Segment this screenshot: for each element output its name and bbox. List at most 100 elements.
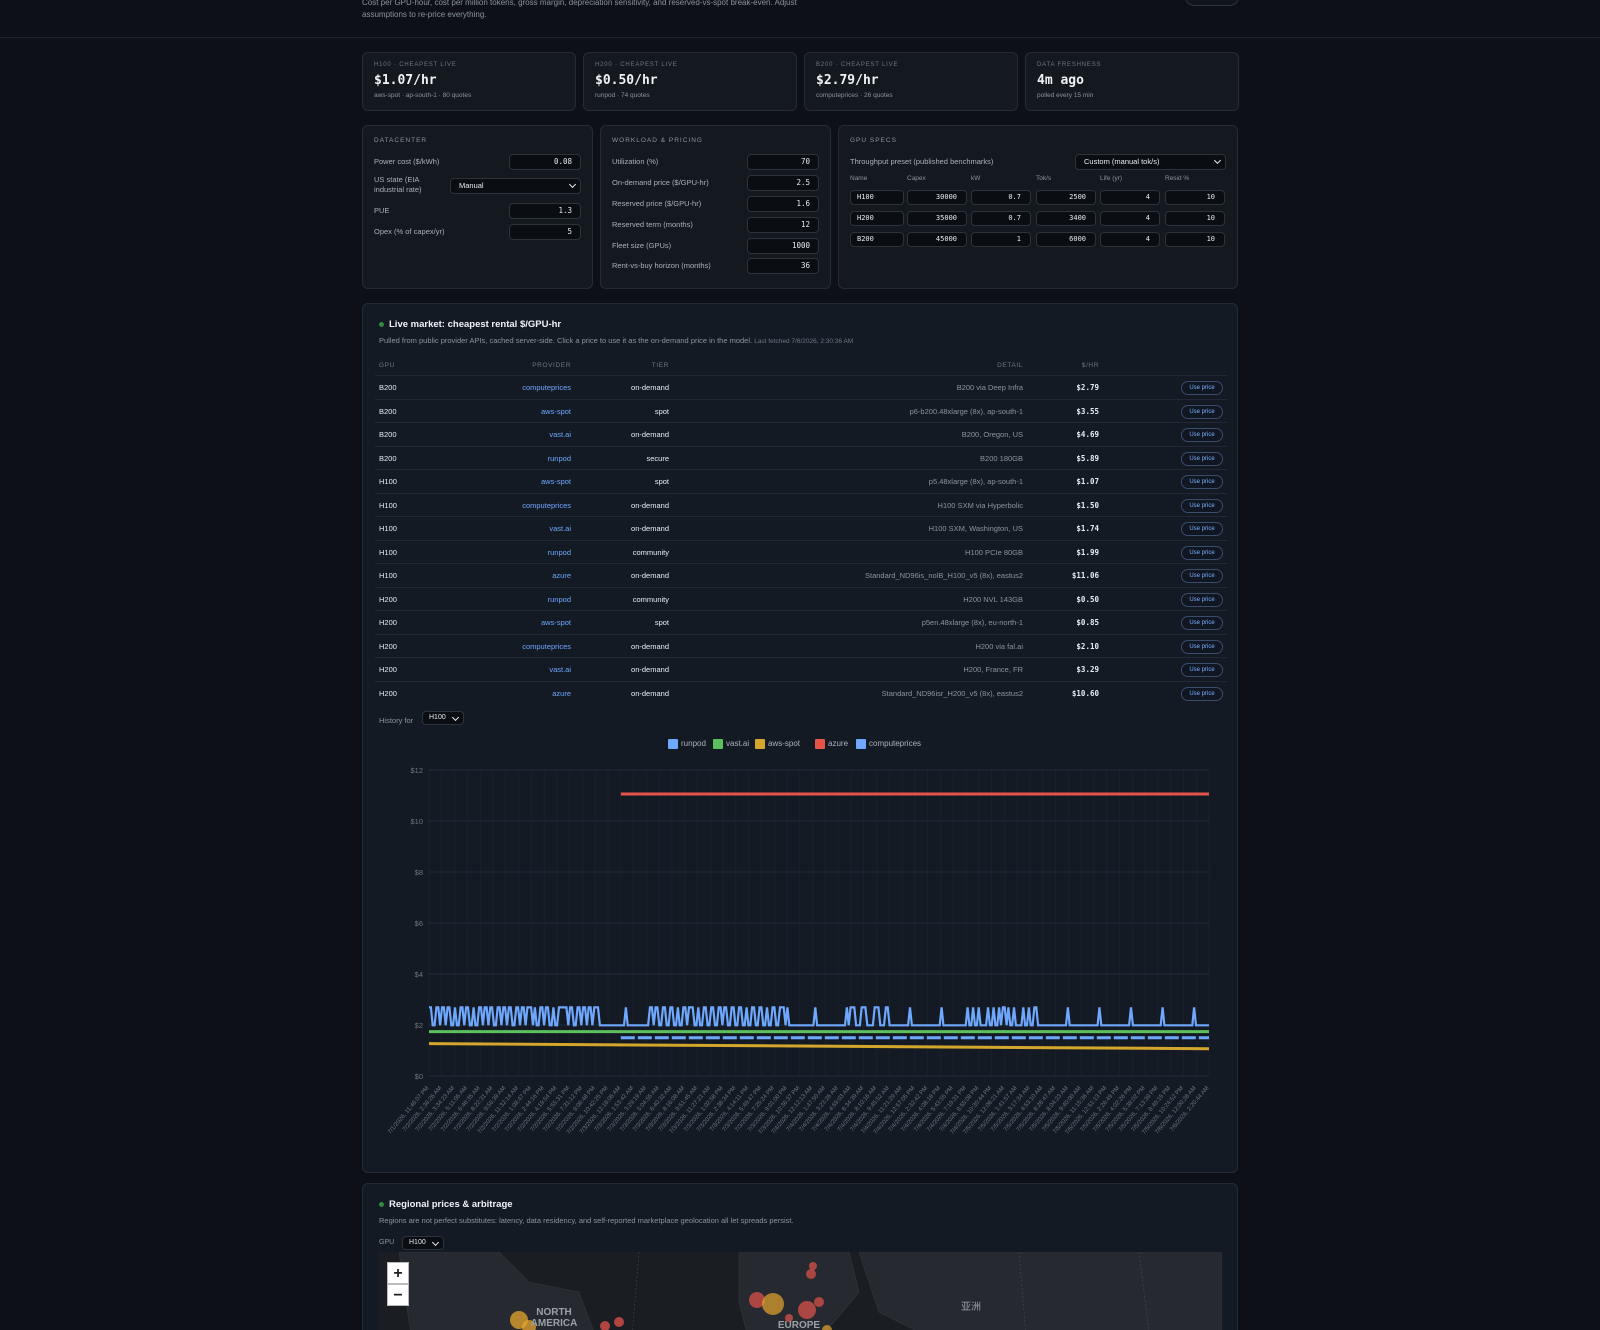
gpu-spec-resid-input[interactable]: 10 [1165, 190, 1225, 205]
provider-link[interactable]: vast.ai [471, 665, 571, 674]
regional-gpu-select[interactable]: H100 [402, 1236, 444, 1250]
use-price-button[interactable]: Use price [1181, 381, 1223, 395]
pue-input[interactable]: 1.3 [509, 203, 581, 219]
gpu-spec-name-input[interactable]: H200 [850, 211, 904, 226]
detail-cell: H100 SXM via Hyperbolic [937, 500, 1023, 510]
gpu-spec-life-input[interactable]: 4 [1100, 190, 1160, 205]
gpu-spec-kw-input[interactable]: 0.7 [971, 190, 1031, 205]
provider-link[interactable]: vast.ai [471, 524, 571, 533]
gpu-spec-kw-input[interactable]: 0.7 [971, 211, 1031, 226]
gpu-spec-toks-input[interactable]: 6000 [1036, 232, 1096, 247]
power-cost-input[interactable]: 0.08 [509, 154, 581, 170]
table-row: H100 azure on-demand Standard_ND96is_nolB_H… [375, 563, 1227, 587]
status-dot [379, 1202, 384, 1207]
tier-cell: on-demand [631, 665, 669, 674]
world-map[interactable]: NORTH AMERICA EUROPE 亚洲 + − [379, 1252, 1222, 1330]
tier-cell: on-demand [631, 383, 669, 392]
price-cell: $1.74 [1076, 524, 1099, 533]
y-tick-label: $0 [415, 1072, 423, 1081]
gpu-label: GPU [379, 1239, 395, 1246]
gpu-spec-kw-input[interactable]: 1 [971, 232, 1031, 247]
preset-select[interactable]: Custom (manual tok/s) [1075, 154, 1226, 170]
gpu-cell: H100 [379, 547, 397, 557]
gpu-spec-life-input[interactable]: 4 [1100, 232, 1160, 247]
table-row: H200 azure on-demand Standard_ND96isr_H200_… [375, 680, 1227, 705]
opex-input[interactable]: 5 [509, 224, 581, 240]
provider-link[interactable]: runpod [471, 548, 571, 557]
gpu-spec-capex-input[interactable]: 30000 [907, 190, 967, 205]
use-price-button[interactable]: Use price [1181, 522, 1223, 536]
stat-card-freshness: Data freshness 4m ago polled every 15 mi… [1025, 52, 1239, 111]
table-row: B200 aws-spot spot p6-b200.48xlarge (8x), a… [375, 398, 1227, 423]
provider-link[interactable]: computeprices [471, 383, 571, 392]
gpu-spec-life-input[interactable]: 4 [1100, 211, 1160, 226]
gpu-spec-capex-input[interactable]: 35000 [907, 211, 967, 226]
us-state-select[interactable]: Manual [450, 178, 581, 194]
gpu-spec-name-input[interactable]: B200 [850, 232, 904, 247]
page-description: Cost per GPU-hour, cost per million toke… [362, 0, 797, 19]
table-row: B200 computeprices on-demand B200 via Deep … [375, 375, 1227, 399]
utilization-input[interactable]: 70 [747, 154, 819, 170]
map-label-north-america-2: AMERICA [531, 1318, 578, 1329]
stat-label: H100 · cheapest live [374, 62, 457, 68]
history-gpu-select[interactable]: H100 [422, 711, 464, 725]
regional-panel: Regional prices & arbitrage Regions are … [362, 1183, 1238, 1330]
field-label: Utilization (%) [612, 157, 659, 166]
chevron-down-icon [451, 713, 460, 722]
field-label: Reserved term (months) [612, 220, 693, 229]
header-button[interactable] [1185, 0, 1239, 6]
select-value: Manual [459, 181, 484, 190]
stat-sub: runpod · 74 quotes [595, 92, 650, 99]
provider-link[interactable]: azure [471, 571, 571, 580]
price-cell: $10.60 [1071, 688, 1099, 698]
price-cell: $0.85 [1076, 618, 1099, 627]
field-label: Rent-vs-buy horizon (months) [612, 261, 711, 270]
use-price-button[interactable]: Use price [1181, 616, 1223, 630]
chevron-down-icon [1213, 156, 1222, 165]
provider-link[interactable]: computeprices [471, 642, 571, 651]
gpu-spec-toks-input[interactable]: 3400 [1036, 211, 1096, 226]
use-price-button[interactable]: Use price [1181, 451, 1223, 466]
provider-link[interactable]: computeprices [471, 501, 571, 510]
use-price-button[interactable]: Use price [1181, 686, 1223, 701]
tier-cell: spot [654, 477, 669, 486]
use-price-button[interactable]: Use price [1181, 404, 1223, 419]
tier-cell: on-demand [631, 688, 669, 698]
provider-link[interactable]: aws-spot [471, 407, 571, 416]
provider-link[interactable]: azure [471, 689, 571, 698]
use-price-button[interactable]: Use price [1181, 475, 1223, 489]
tier-cell: community [632, 547, 669, 557]
zoom-out-button[interactable]: − [387, 1284, 409, 1306]
stat-sub: aws-spot · ap-south-1 · 80 quotes [374, 92, 472, 99]
use-price-button[interactable]: Use price [1181, 639, 1223, 654]
y-tick-label: $6 [415, 919, 423, 928]
reserved-term-input[interactable]: 12 [747, 217, 819, 233]
reserved-price-input[interactable]: 1.6 [747, 196, 819, 212]
provider-link[interactable]: vast.ai [471, 430, 571, 439]
on-demand-price-input[interactable]: 2.5 [747, 175, 819, 191]
gpu-spec-resid-input[interactable]: 10 [1165, 232, 1225, 247]
gpu-spec-capex-input[interactable]: 45000 [907, 232, 967, 247]
gpu-spec-toks-input[interactable]: 2500 [1036, 190, 1096, 205]
gpu-spec-resid-input[interactable]: 10 [1165, 211, 1225, 226]
fleet-size-input[interactable]: 1000 [747, 238, 819, 254]
price-cell: $4.69 [1076, 430, 1099, 439]
use-price-button[interactable]: Use price [1181, 663, 1223, 677]
provider-link[interactable]: aws-spot [471, 477, 571, 486]
zoom-in-button[interactable]: + [387, 1262, 409, 1284]
select-value: H100 [429, 714, 446, 721]
use-price-button[interactable]: Use price [1181, 569, 1223, 583]
tier-cell: on-demand [631, 500, 669, 510]
power-cost-row: Power cost ($/kWh) 0.08 [374, 154, 581, 170]
use-price-button[interactable]: Use price [1181, 592, 1223, 607]
live-market-panel: Live market: cheapest rental $/GPU-hr Pu… [362, 303, 1238, 1173]
provider-link[interactable]: runpod [471, 595, 571, 604]
horizon-input[interactable]: 36 [747, 258, 819, 274]
use-price-button[interactable]: Use price [1181, 498, 1223, 513]
gpu-spec-name-input[interactable]: H100 [850, 190, 904, 205]
provider-link[interactable]: aws-spot [471, 618, 571, 627]
provider-link[interactable]: runpod [471, 454, 571, 463]
use-price-button[interactable]: Use price [1181, 545, 1223, 560]
field-label: Fleet size (GPUs) [612, 241, 672, 250]
use-price-button[interactable]: Use price [1181, 428, 1223, 442]
